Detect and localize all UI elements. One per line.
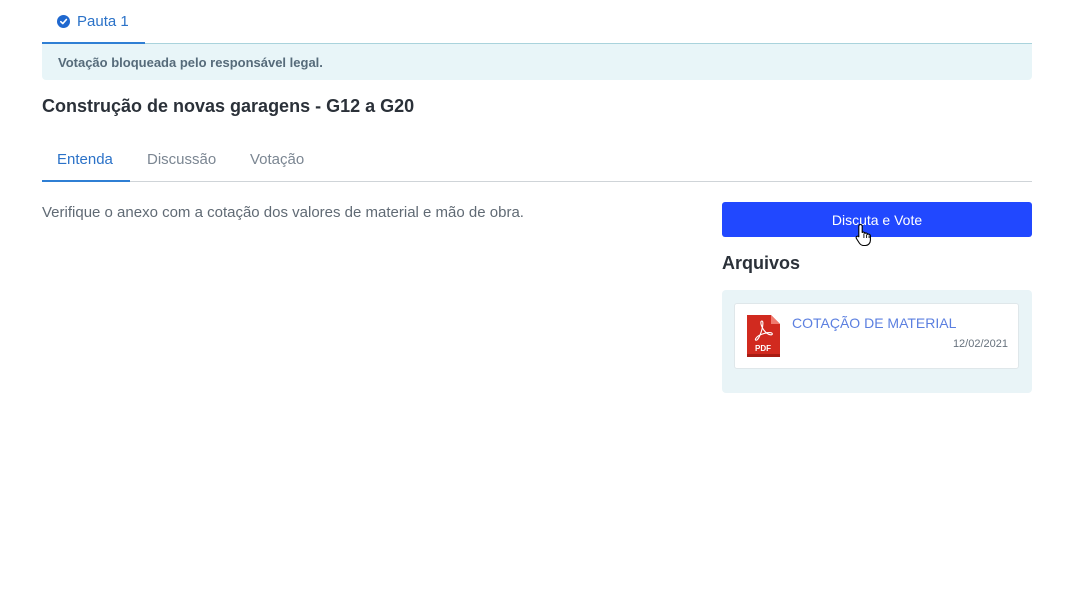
content-tab-bar: Entenda Discussão Votação xyxy=(42,140,1032,182)
pdf-icon-label: PDF xyxy=(755,344,771,353)
check-circle-icon xyxy=(57,14,70,28)
agenda-description: Verifique o anexo com a cotação dos valo… xyxy=(42,204,524,221)
file-item[interactable]: PDF COTAÇÃO DE MATERIAL 12/02/2021 xyxy=(734,303,1019,369)
vote-button-label: Discuta e Vote xyxy=(831,211,923,228)
tab-discussao[interactable]: Discussão xyxy=(147,140,216,182)
discuss-and-vote-button[interactable]: Discuta e Vote xyxy=(722,202,1032,237)
page-title: Construção de novas garagens - G12 a G20 xyxy=(42,96,415,116)
alert-text: Votação bloqueada pelo responsável legal… xyxy=(58,54,323,70)
tab-pauta-1[interactable]: Pauta 1 xyxy=(42,0,145,44)
tab-votacao[interactable]: Votação xyxy=(250,140,304,182)
page: Pauta 1 Votação bloqueada pelo responsáv… xyxy=(0,0,1084,607)
voting-blocked-alert: Votação bloqueada pelo responsável legal… xyxy=(42,44,1032,80)
pauta-tab-bar: Pauta 1 xyxy=(42,0,1032,44)
file-date: 12/02/2021 xyxy=(952,338,1008,350)
files-heading: Arquivos xyxy=(722,253,801,273)
tab-entenda[interactable]: Entenda xyxy=(42,140,130,182)
files-panel: PDF COTAÇÃO DE MATERIAL 12/02/2021 xyxy=(722,290,1032,393)
pauta-tab-label: Pauta 1 xyxy=(77,12,129,30)
file-name[interactable]: COTAÇÃO DE MATERIAL xyxy=(792,315,956,331)
pdf-file-icon: PDF xyxy=(747,315,780,357)
